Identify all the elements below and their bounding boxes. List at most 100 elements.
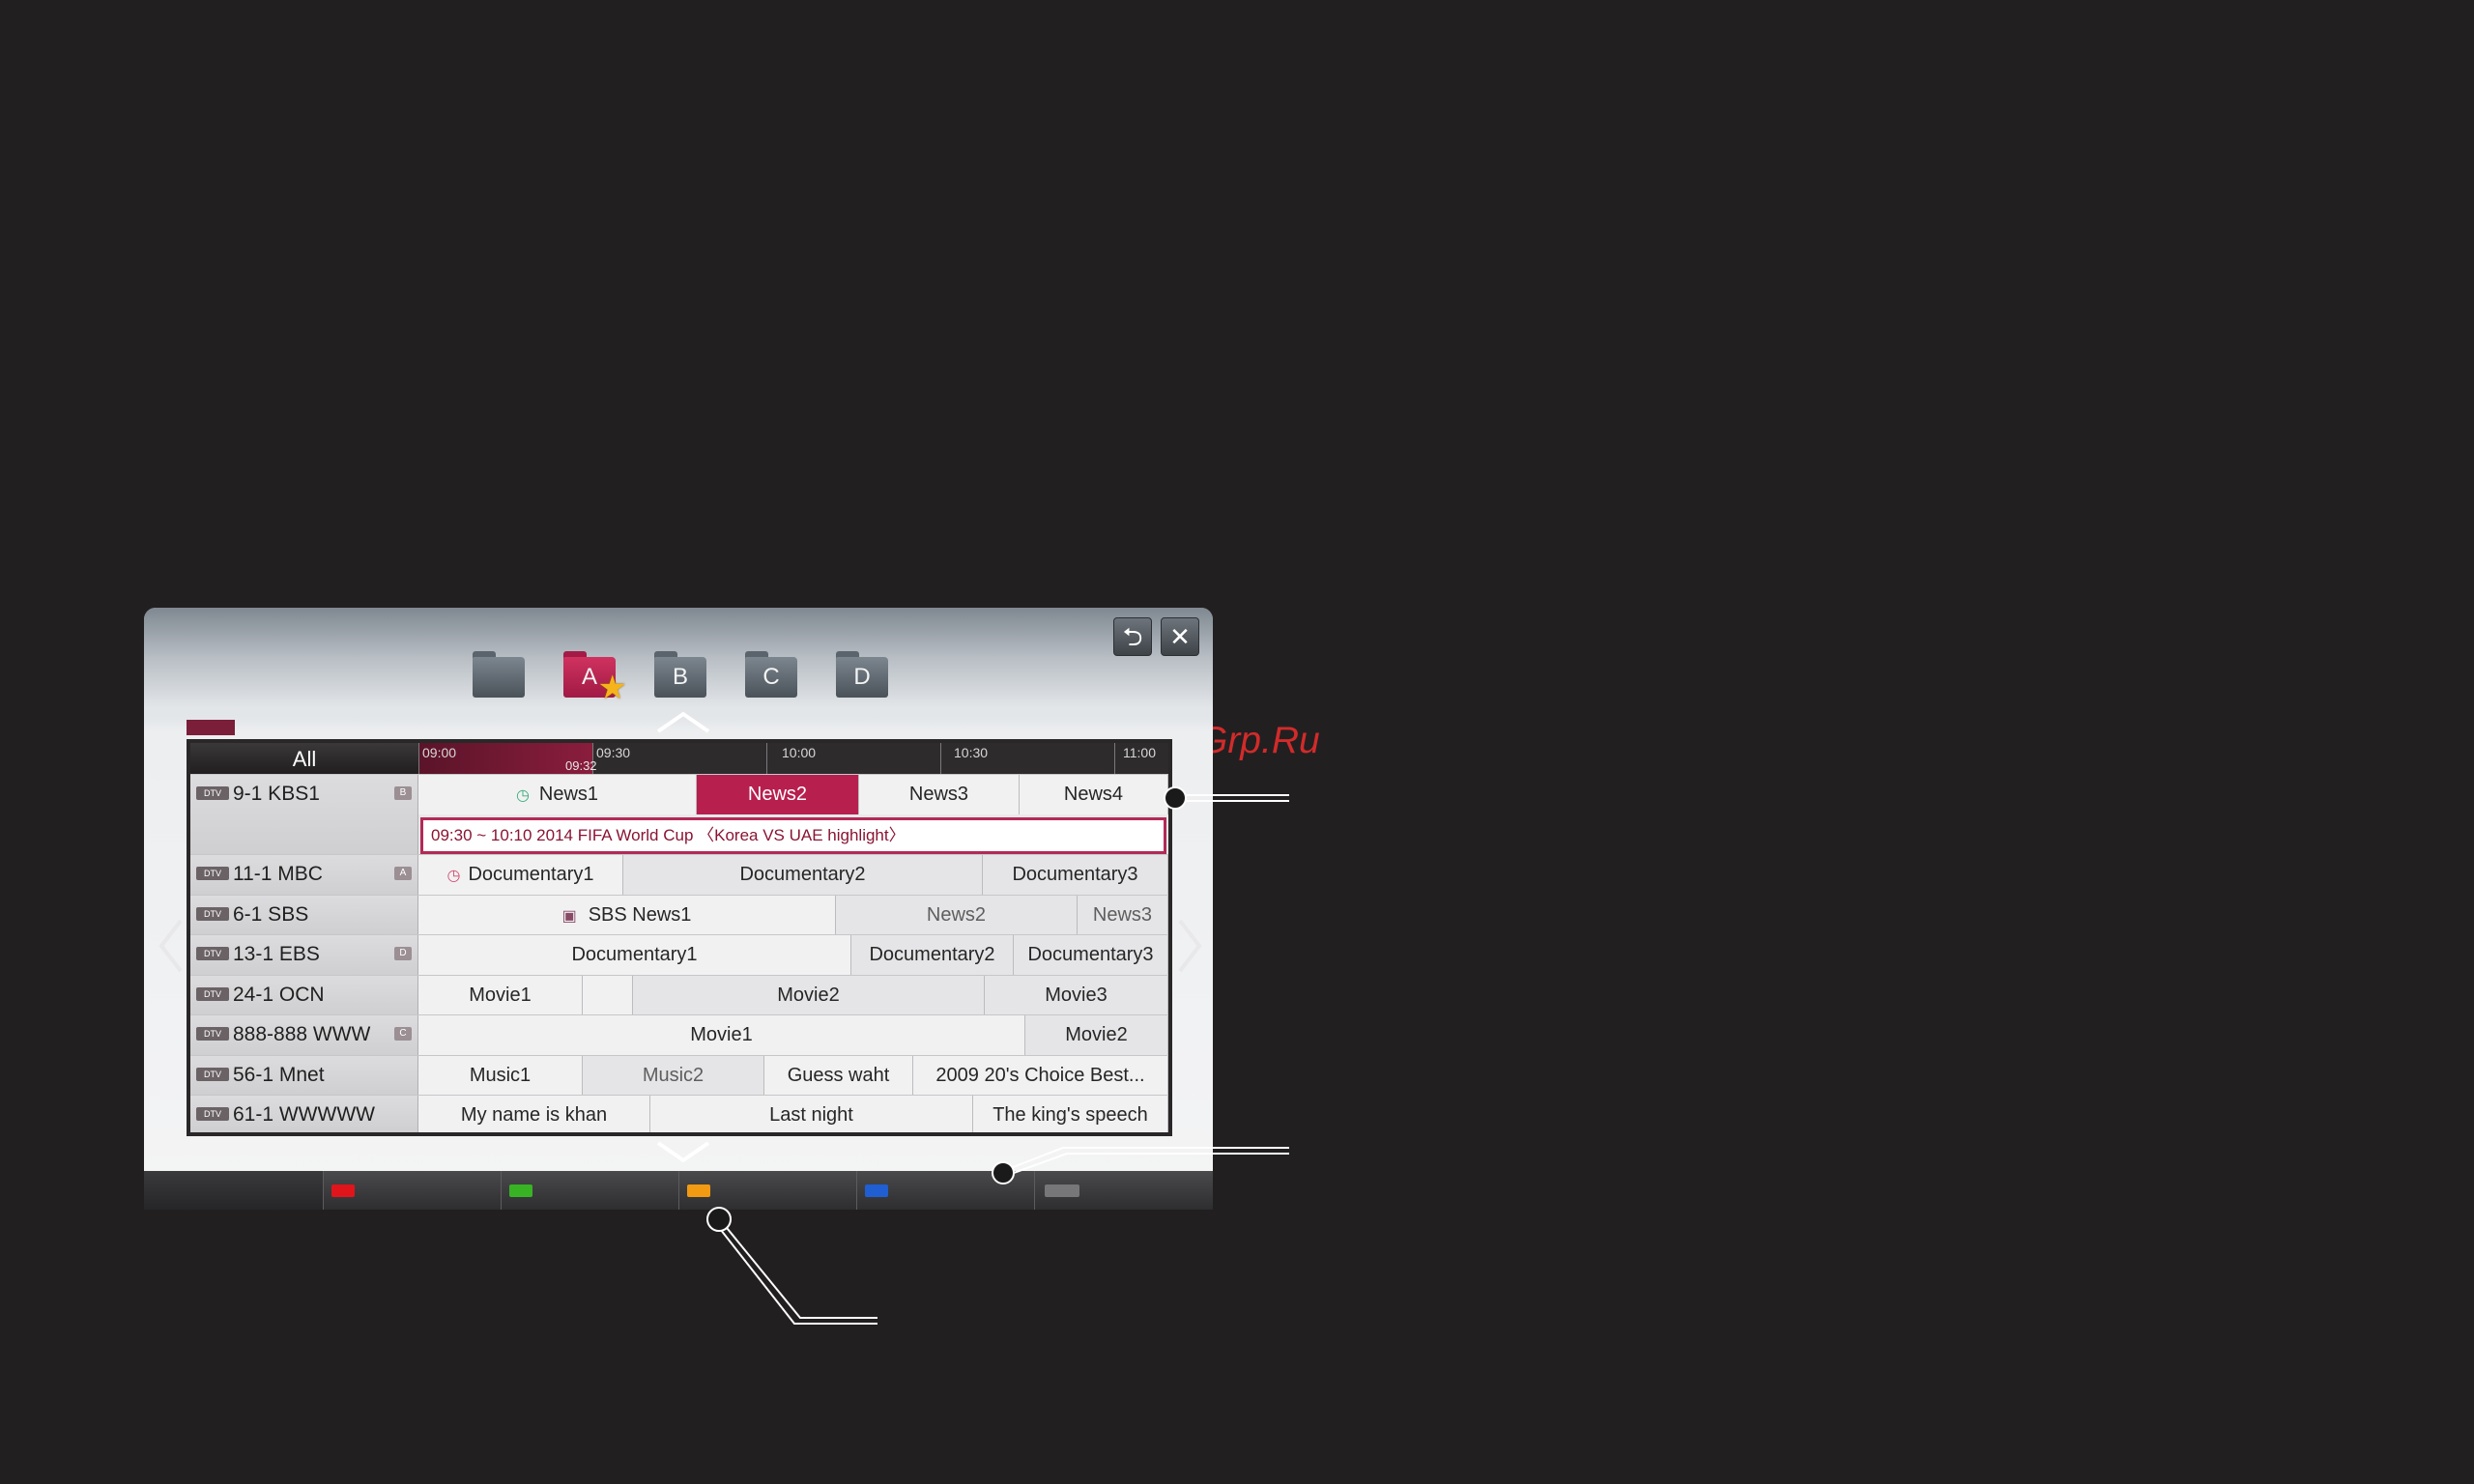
program-cell[interactable]: News3 — [859, 775, 1020, 814]
channel-row: DTV 11-1 MBC A ◷ Documentary1 Documentary… — [190, 854, 1168, 895]
reminder-icon: ◷ — [515, 787, 530, 804]
channel-cell[interactable]: DTV 11-1 MBC A — [190, 855, 418, 895]
favorite-folders: A ★ B C D — [473, 651, 888, 706]
program-cell[interactable]: Movie2 — [633, 976, 985, 1014]
channel-row: DTV 6-1 SBS ▣ SBS News1 News2 News3 — [190, 895, 1168, 934]
program-cell[interactable]: Documentary1 — [418, 935, 851, 975]
program-cell[interactable]: News2 — [836, 896, 1078, 934]
favorite-badge: A — [394, 867, 412, 880]
dtv-badge: DTV — [196, 1027, 229, 1041]
program-cell[interactable]: Documentary2 — [623, 855, 983, 895]
red-key-button[interactable] — [323, 1171, 501, 1210]
channel-name: 6-1 SBS — [233, 903, 309, 926]
folder-indicator — [187, 720, 235, 735]
dtv-badge: DTV — [196, 867, 229, 880]
program-cell[interactable]: Movie3 — [985, 976, 1168, 1014]
chevron-up-icon[interactable] — [654, 710, 712, 735]
chevron-left-icon[interactable] — [158, 917, 185, 975]
program-cell[interactable]: The king's speech — [973, 1096, 1168, 1132]
time-tick: 11:00 — [1123, 745, 1156, 760]
program-cell[interactable]: Guess waht — [764, 1056, 913, 1095]
reminder-icon: ◷ — [446, 868, 461, 884]
dtv-badge: DTV — [196, 1068, 229, 1081]
dtv-badge: DTV — [196, 947, 229, 960]
program-cell[interactable]: Movie2 — [1025, 1015, 1168, 1055]
program-cell-selected[interactable]: News2 — [697, 775, 859, 814]
callout-line-1 — [1164, 786, 1289, 810]
dtv-badge: DTV — [196, 1107, 229, 1121]
program-cell[interactable]: ◷ News1 — [418, 775, 697, 814]
callout-line-3 — [706, 1207, 877, 1325]
tv-icon: ▣ — [561, 908, 577, 925]
green-key-button[interactable] — [501, 1171, 678, 1210]
channel-name: 13-1 EBS — [233, 943, 320, 965]
program-cell[interactable]: Music2 — [583, 1056, 764, 1095]
favorite-badge: D — [394, 947, 412, 960]
favorite-badge: B — [394, 786, 412, 800]
program-cell[interactable]: 2009 20's Choice Best... — [913, 1056, 1168, 1095]
channel-name: 9-1 KBS1 — [233, 783, 320, 805]
program-cell[interactable]: Last night — [650, 1096, 973, 1132]
program-cell[interactable]: Movie1 — [418, 1015, 1025, 1055]
channel-row: DTV 13-1 EBS D Documentary1 Documentary2… — [190, 934, 1168, 975]
channel-cell[interactable]: DTV 9-1 KBS1 B — [190, 775, 418, 854]
channel-cell[interactable]: DTV 888-888 WWW C — [190, 1015, 418, 1055]
time-tick: 09:00 — [422, 745, 457, 760]
folder-all[interactable] — [473, 651, 525, 698]
channel-row: DTV 61-1 WWWWW My name is khan Last nigh… — [190, 1095, 1168, 1132]
back-button[interactable]: ⮌ — [1113, 617, 1152, 656]
program-cell[interactable]: Documentary2 — [851, 935, 1014, 975]
folder-d[interactable]: D — [836, 651, 888, 698]
channel-cell[interactable]: DTV 56-1 Mnet — [190, 1056, 418, 1095]
dtv-badge: DTV — [196, 987, 229, 1001]
close-button[interactable]: ✕ — [1161, 617, 1199, 656]
program-cell[interactable]: Music1 — [418, 1056, 583, 1095]
red-key-icon — [331, 1184, 355, 1197]
channel-row: DTV 888-888 WWW C Movie1 Movie2 — [190, 1014, 1168, 1055]
tv-screen: McGrp.Ru ⮌ ✕ A ★ B C D All 09:00 09:30 1… — [0, 0, 2474, 1484]
program-guide-panel: ⮌ ✕ A ★ B C D All 09:00 09:30 10:00 10:3… — [144, 608, 1213, 1210]
blue-key-icon — [865, 1184, 888, 1197]
program-cell[interactable]: News3 — [1078, 896, 1168, 934]
chevron-right-icon[interactable] — [1176, 917, 1203, 975]
folder-b[interactable]: B — [654, 651, 706, 698]
back-icon: ⮌ — [1122, 622, 1143, 651]
program-cell[interactable]: My name is khan — [418, 1096, 650, 1132]
channel-name: 56-1 Mnet — [233, 1064, 325, 1086]
channel-name: 61-1 WWWWW — [233, 1103, 375, 1126]
channel-cell[interactable]: DTV 6-1 SBS — [190, 896, 418, 934]
channel-row: DTV 24-1 OCN Movie1 Movie2 Movie3 — [190, 975, 1168, 1014]
epg-grid: All 09:00 09:30 10:00 10:30 11:00 09:32 … — [187, 739, 1172, 1136]
favorite-badge: C — [394, 1027, 412, 1041]
channel-cell[interactable]: DTV 61-1 WWWWW — [190, 1096, 418, 1132]
channel-name: 24-1 OCN — [233, 984, 325, 1006]
star-icon: ★ — [597, 670, 627, 706]
key-segment — [144, 1171, 323, 1210]
yellow-key-icon — [687, 1184, 710, 1197]
channel-name: 888-888 WWW — [233, 1023, 371, 1045]
program-cell[interactable]: ◷ Documentary1 — [418, 855, 623, 895]
close-icon: ✕ — [1169, 622, 1191, 651]
channel-name: 11-1 MBC — [233, 863, 323, 885]
folder-c[interactable]: C — [745, 651, 797, 698]
dtv-badge: DTV — [196, 907, 229, 921]
channel-cell[interactable]: DTV 24-1 OCN — [190, 976, 418, 1014]
program-cell[interactable] — [583, 976, 633, 1014]
timeline-header: All 09:00 09:30 10:00 10:30 11:00 09:32 — [190, 743, 1168, 774]
callout-line-2 — [992, 1147, 1289, 1184]
program-cell[interactable]: Documentary3 — [983, 855, 1168, 895]
program-cell[interactable]: Documentary3 — [1014, 935, 1168, 975]
time-tick: 10:00 — [782, 745, 817, 760]
program-cell[interactable]: News4 — [1020, 775, 1168, 814]
folder-a[interactable]: A ★ — [563, 651, 627, 706]
program-cell[interactable]: Movie1 — [418, 976, 583, 1014]
time-tick: 10:30 — [954, 745, 989, 760]
channel-cell[interactable]: DTV 13-1 EBS D — [190, 935, 418, 975]
chevron-down-icon[interactable] — [654, 1139, 712, 1164]
time-tick: 09:30 — [596, 745, 631, 760]
green-key-icon — [509, 1184, 532, 1197]
program-cell[interactable]: ▣ SBS News1 — [418, 896, 836, 934]
channel-row: DTV 9-1 KBS1 B ◷ News1 News2 News3 News4 … — [190, 774, 1168, 854]
program-detail: 09:30 ~ 10:10 2014 FIFA World Cup 〈Korea… — [420, 817, 1166, 854]
current-time: 09:32 — [565, 758, 597, 773]
